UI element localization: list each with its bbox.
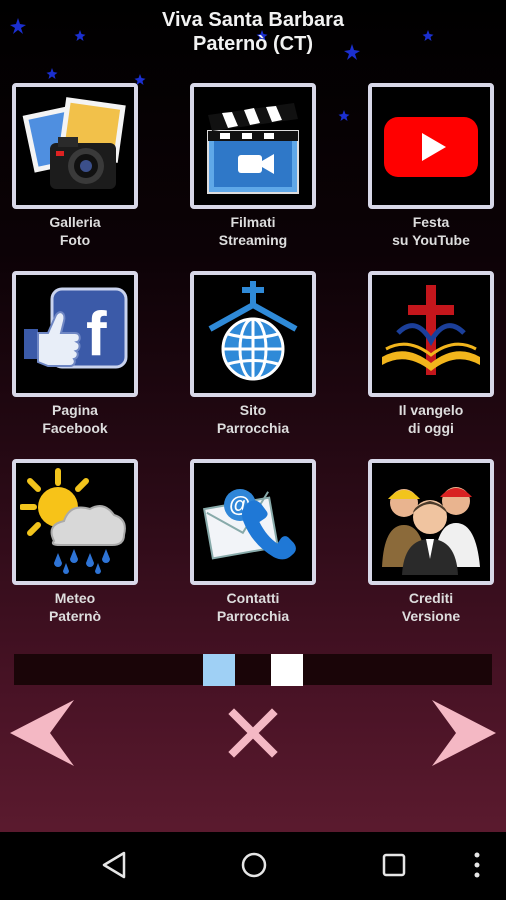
cross-bible-icon (382, 285, 480, 375)
title-line-1: Viva Santa Barbara (162, 9, 344, 31)
page-indicator-track (14, 654, 492, 685)
galleria-foto-button[interactable] (12, 83, 138, 209)
tile-label: Festa su YouTube (392, 214, 470, 248)
photo-gallery-icon (22, 97, 126, 189)
overflow-menu-icon[interactable] (470, 850, 484, 880)
tile-vangelo-di-oggi[interactable]: Il vangelo di oggi (366, 271, 496, 437)
meteo-paterno-button[interactable] (12, 459, 138, 585)
tile-label: Il vangelo di oggi (398, 402, 464, 436)
tile-contatti-parrocchia[interactable]: @ Contatti Parrocchia (188, 459, 318, 625)
vangelo-di-oggi-button[interactable] (368, 271, 494, 397)
tile-pagina-facebook[interactable]: f Pagina Facebook (10, 271, 140, 437)
festa-youtube-button[interactable] (368, 83, 494, 209)
app-title: Viva Santa Barbara Paternò (CT) (0, 8, 506, 56)
tile-label: Sito Parrocchia (216, 402, 290, 436)
tile-label: Galleria Foto (49, 214, 101, 248)
tile-label: Meteo Paternò (48, 590, 102, 624)
weather-icon (20, 468, 126, 574)
crediti-versione-button[interactable] (368, 459, 494, 585)
tile-meteo-paterno[interactable]: Meteo Paternò (10, 459, 140, 625)
filmati-streaming-button[interactable] (190, 83, 316, 209)
tile-crediti-versione[interactable]: Crediti Versione (366, 459, 496, 625)
tile-label: Crediti Versione (401, 590, 461, 624)
left-arrow-icon[interactable] (8, 700, 78, 766)
pagina-facebook-button[interactable]: f (12, 271, 138, 397)
page-indicator-inactive[interactable] (271, 654, 303, 686)
tile-galleria-foto[interactable]: Galleria Foto (10, 83, 140, 249)
back-triangle-icon[interactable] (100, 850, 128, 880)
tile-sito-parrocchia[interactable]: Sito Parrocchia (188, 271, 318, 437)
clapperboard-video-icon (207, 103, 299, 194)
tile-label: Filmati Streaming (218, 214, 288, 248)
recents-square-icon[interactable] (380, 850, 408, 880)
church-globe-icon (208, 281, 298, 381)
youtube-icon (384, 117, 478, 177)
page-indicator-active[interactable] (203, 654, 235, 686)
close-icon[interactable] (228, 708, 278, 758)
title-line-2: Paternò (CT) (193, 33, 313, 55)
svg-text:f: f (86, 300, 107, 369)
contatti-parrocchia-button[interactable]: @ (190, 459, 316, 585)
home-circle-icon[interactable] (240, 850, 268, 880)
credits-people-icon (382, 487, 480, 575)
contacts-email-phone-icon: @ (203, 489, 296, 560)
right-arrow-icon[interactable] (428, 700, 498, 766)
tile-label: Pagina Facebook (42, 402, 108, 436)
system-navigation-bar (0, 832, 506, 900)
sito-parrocchia-button[interactable] (190, 271, 316, 397)
facebook-like-icon: f (24, 287, 128, 369)
tile-label: Contatti Parrocchia (216, 590, 290, 624)
tile-filmati-streaming[interactable]: Filmati Streaming (188, 83, 318, 249)
tile-festa-youtube[interactable]: Festa su YouTube (366, 83, 496, 249)
